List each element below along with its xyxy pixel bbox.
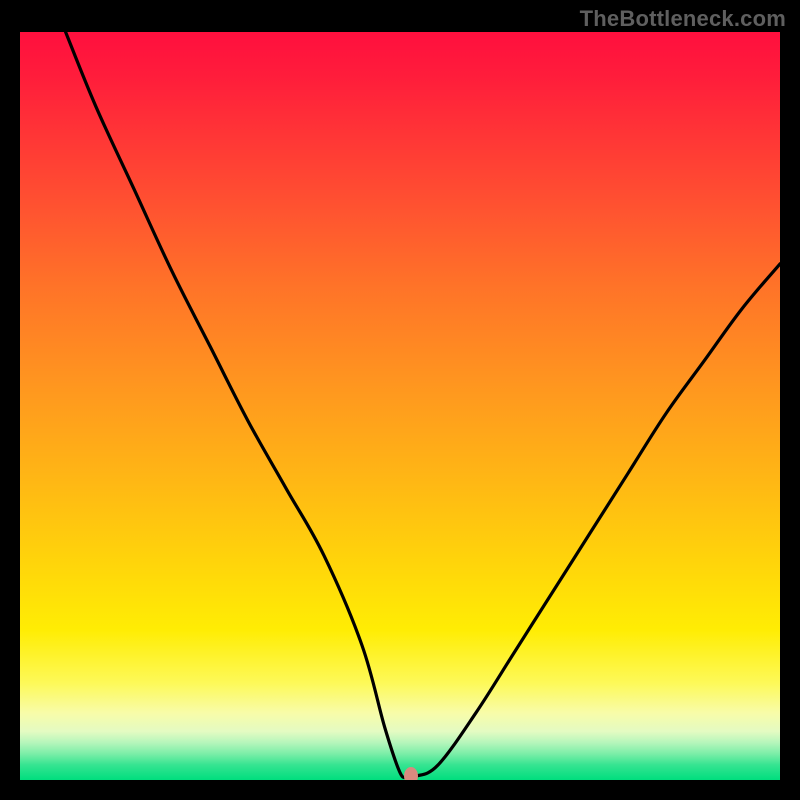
chart-stage: TheBottleneck.com [0,0,800,800]
plot-area [20,32,780,780]
watermark-text: TheBottleneck.com [580,6,786,32]
marker-dot [404,767,418,780]
bottleneck-curve [20,32,780,780]
